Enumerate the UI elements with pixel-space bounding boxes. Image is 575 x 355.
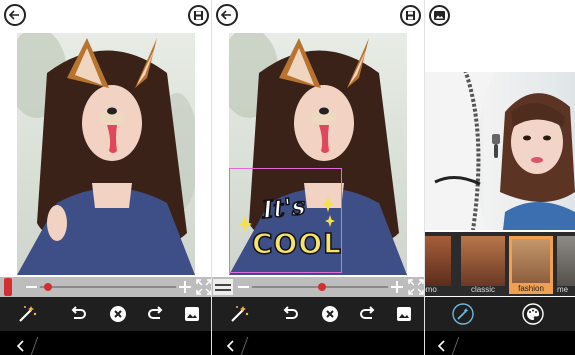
sparkle-icon	[322, 196, 334, 212]
nav-back-icon[interactable]	[14, 339, 28, 353]
back-button[interactable]	[216, 4, 238, 26]
slider-knob[interactable]	[44, 283, 52, 291]
nav-divider	[30, 337, 39, 355]
gallery-icon	[434, 11, 445, 20]
edit-toolbar	[0, 297, 212, 331]
image-icon[interactable]	[394, 304, 414, 324]
undo-icon[interactable]	[68, 304, 88, 324]
image-icon[interactable]	[182, 304, 202, 324]
filter-label: omo	[425, 285, 437, 294]
sticker-selection-box[interactable]: It's COOL	[229, 168, 342, 273]
sticker-text-line1: It's	[260, 190, 307, 225]
filter-thumb-me[interactable]	[557, 236, 575, 286]
save-button[interactable]	[188, 5, 209, 26]
clear-icon[interactable]	[108, 304, 128, 324]
save-icon	[406, 11, 415, 20]
magic-wand-icon[interactable]	[228, 303, 250, 325]
nav-divider	[451, 337, 460, 355]
photo-canvas[interactable]	[17, 33, 195, 275]
filter-label: classic	[470, 285, 495, 294]
screen-1	[0, 0, 212, 355]
sticker-text-line2: COOL	[251, 226, 342, 261]
back-button[interactable]	[4, 4, 26, 26]
back-arrow-icon	[220, 10, 231, 20]
screen-3: omo classic fashion me	[425, 0, 575, 355]
save-button[interactable]	[400, 5, 421, 26]
edit-toolbar	[212, 297, 425, 331]
filter-label: me	[557, 285, 569, 294]
photo-canvas[interactable]	[425, 72, 575, 230]
clear-icon[interactable]	[320, 304, 340, 324]
magic-wand-icon[interactable]	[452, 303, 474, 325]
screen-2: It's COOL	[212, 0, 425, 355]
plus-button[interactable]	[391, 280, 403, 294]
slider-color-swatch[interactable]	[4, 278, 12, 296]
redo-icon[interactable]	[358, 304, 378, 324]
gallery-button[interactable]	[429, 5, 450, 26]
undo-icon[interactable]	[280, 304, 300, 324]
magic-wand-icon[interactable]	[16, 303, 38, 325]
expand-icon[interactable]	[196, 279, 212, 295]
plus-button[interactable]	[179, 280, 191, 294]
system-navbar	[0, 331, 212, 355]
filter-thumb-omo[interactable]	[425, 236, 451, 286]
nav-divider	[240, 337, 249, 355]
filter-label: fashion	[509, 284, 553, 294]
slider-knob[interactable]	[318, 283, 326, 291]
sparkle-icon	[238, 215, 252, 233]
filter-thumb-fashion[interactable]	[509, 236, 553, 286]
size-slider-bar	[0, 277, 212, 297]
palette-icon[interactable]	[522, 303, 544, 325]
nav-back-icon[interactable]	[435, 339, 449, 353]
zipper-icon[interactable]	[489, 134, 503, 160]
back-arrow-icon	[8, 10, 19, 20]
system-navbar	[425, 331, 575, 355]
redo-icon[interactable]	[146, 304, 166, 324]
slider-track[interactable]	[40, 286, 176, 288]
sparkle-icon	[325, 215, 335, 227]
save-icon	[194, 11, 203, 20]
minus-button[interactable]	[238, 286, 249, 288]
size-slider-bar	[212, 277, 425, 297]
photo-subject	[17, 33, 195, 275]
filter-toolbar	[425, 297, 575, 331]
cool-sticker-thumbnail[interactable]	[213, 279, 233, 295]
expand-icon[interactable]	[408, 279, 424, 295]
minus-button[interactable]	[26, 286, 37, 288]
filter-thumb-classic[interactable]	[461, 236, 505, 286]
nav-back-icon[interactable]	[224, 339, 238, 353]
system-navbar	[212, 331, 425, 355]
